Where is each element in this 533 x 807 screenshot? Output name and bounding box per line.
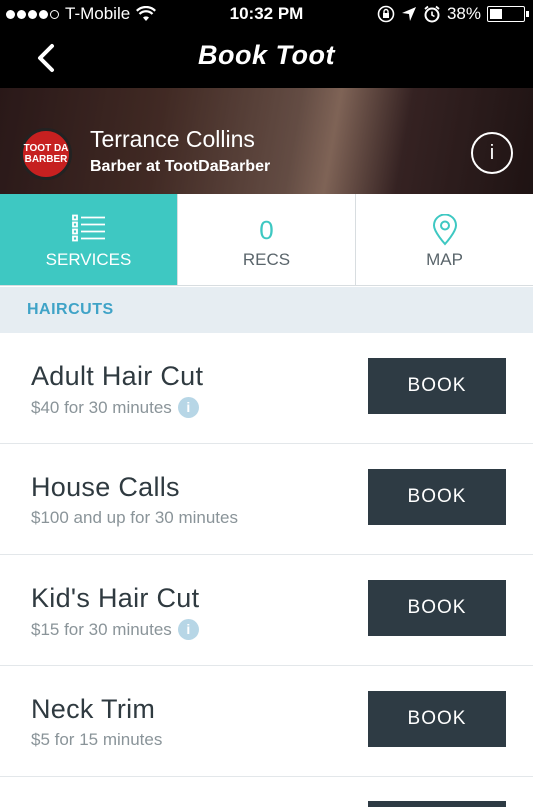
battery-percent: 38% [446,4,481,23]
service-item-partial [0,777,533,807]
tab-map[interactable]: MAP [356,194,533,285]
service-price: $100 and up for 30 minutes [31,508,238,527]
alarm-icon [424,5,440,23]
service-item-adult-hair-cut: Adult Hair Cut $40 for 30 minutes i BOOK [0,333,533,444]
tab-map-label: MAP [426,250,463,269]
book-button[interactable]: BOOK [368,469,506,525]
book-button[interactable]: BOOK [368,691,506,747]
info-icon[interactable]: i [177,397,199,418]
service-name: House Calls [31,472,180,502]
info-icon[interactable]: i [177,619,199,640]
profile-header: TOOT DA BARBER Terrance Collins Barber a… [0,88,533,194]
location-arrow-icon [401,7,416,21]
tab-services[interactable]: SERVICES [0,194,178,285]
book-button-partial[interactable] [368,801,506,807]
tab-services-label: SERVICES [45,250,132,269]
tab-bar: SERVICES 0 RECS MAP [0,194,533,286]
service-name: Neck Trim [31,694,156,724]
recs-count: 0 [259,215,274,245]
tab-recs-label: RECS [242,250,291,269]
profile-info-button[interactable]: i [471,132,513,174]
shop-logo-text: TOOT DA BARBER [23,143,69,165]
book-button[interactable]: BOOK [368,580,506,636]
list-icon [71,214,105,242]
service-price: $5 for 15 minutes [31,730,163,749]
profile-background-image [0,88,533,194]
service-price: $40 for 30 minutes [31,397,172,417]
service-name: Adult Hair Cut [31,361,204,391]
service-price: $15 for 30 minutes [31,619,172,639]
page-title: Book Toot [198,40,335,70]
service-item-neck-trim: Neck Trim $5 for 15 minutes BOOK [0,666,533,777]
services-list: Adult Hair Cut $40 for 30 minutes i BOOK… [0,333,533,807]
section-header-haircuts: HAIRCUTS [0,287,533,333]
service-detail: $40 for 30 minutes i [31,397,199,418]
map-pin-icon [432,214,457,246]
service-detail: $100 and up for 30 minutes [31,508,238,528]
status-bar: T-Mobile 10:32 PM 38% [0,0,533,30]
service-name: Kid's Hair Cut [31,583,200,613]
barber-subtitle: Barber at TootDaBarber [90,158,271,175]
service-detail: $15 for 30 minutes i [31,619,199,640]
shop-logo: TOOT DA BARBER [20,128,72,180]
service-item-house-calls: House Calls $100 and up for 30 minutes B… [0,444,533,555]
tab-recs[interactable]: 0 RECS [178,194,356,285]
service-detail: $5 for 15 minutes [31,730,162,750]
battery-icon [487,6,529,22]
orientation-lock-icon [377,5,395,23]
status-right: 38% [377,4,529,24]
book-button[interactable]: BOOK [368,358,506,414]
nav-bar: Book Toot [0,30,533,88]
barber-name: Terrance Collins [90,126,255,152]
service-item-kids-hair-cut: Kid's Hair Cut $15 for 30 minutes i BOOK [0,555,533,666]
